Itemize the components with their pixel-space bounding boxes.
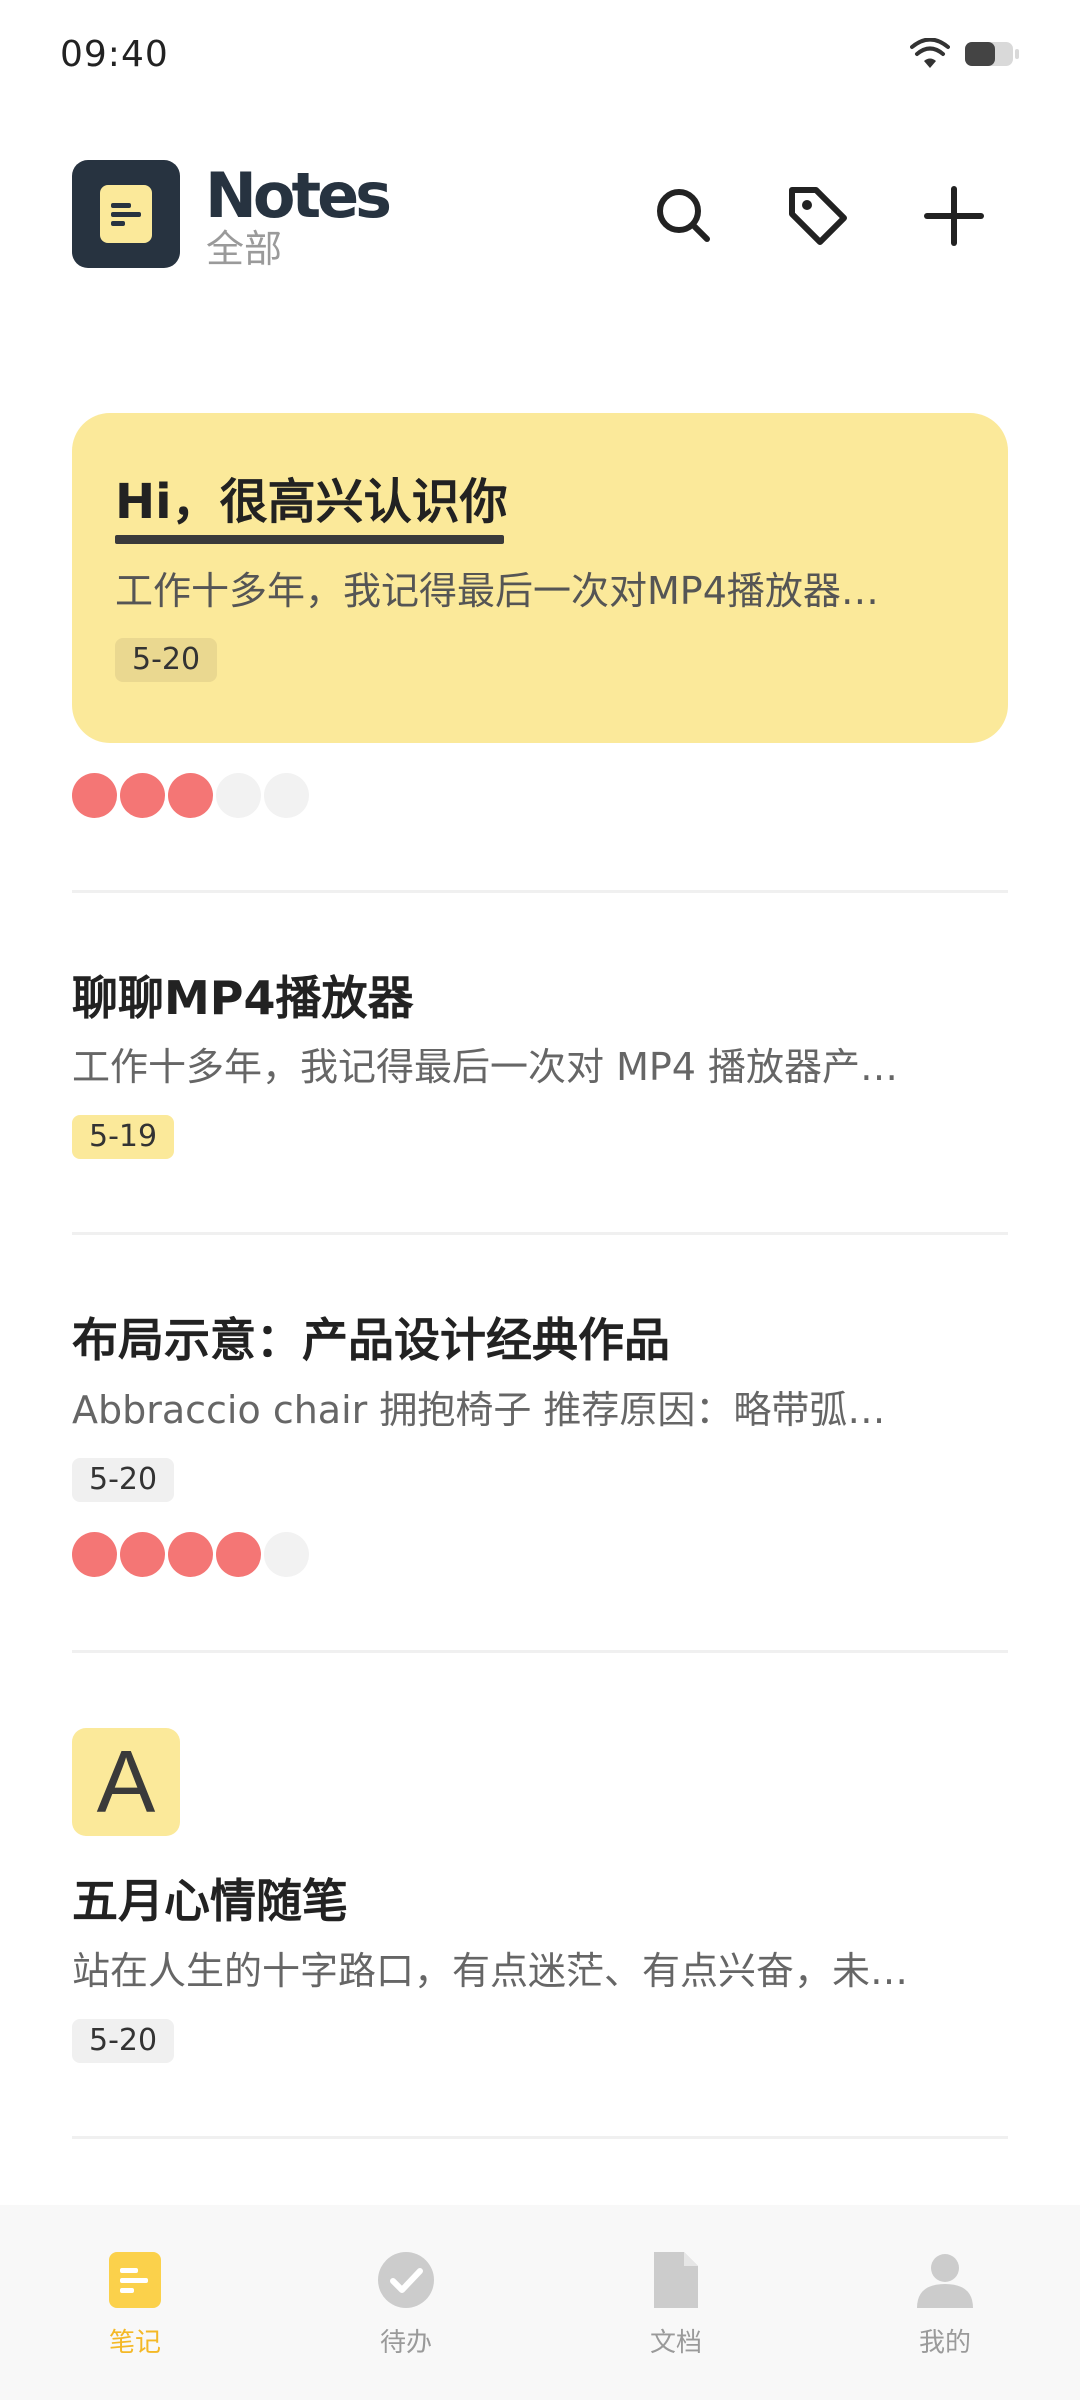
rating-dots <box>72 773 309 818</box>
nav-label: 文档 <box>649 2328 702 2358</box>
status-bar: 09:40 <box>0 0 1080 115</box>
app-title: Notes <box>205 159 392 232</box>
battery-icon <box>965 42 1019 66</box>
rating-dot-empty <box>216 773 261 818</box>
note-icon <box>109 2252 161 2308</box>
note-title: Hi，很高兴认识你 <box>115 474 508 530</box>
bottom-nav: 笔记 待办 文档 我的 <box>0 2205 1080 2400</box>
search-button[interactable] <box>650 182 718 250</box>
date-badge: 5-19 <box>72 1115 175 1159</box>
status-time: 09:40 <box>60 34 169 75</box>
search-icon <box>657 189 710 242</box>
nav-item-todo[interactable]: 待办 <box>336 2250 476 2359</box>
note-excerpt: 工作十多年，我记得最后一次对MP4播放器… <box>115 569 879 613</box>
date-badge: 5-20 <box>115 638 218 682</box>
check-icon <box>378 2252 434 2308</box>
rating-dot-filled <box>72 773 117 818</box>
note-card-featured[interactable]: Hi，很高兴认识你 工作十多年，我记得最后一次对MP4播放器… 5-20 <box>72 413 1008 743</box>
plus-icon <box>924 186 984 246</box>
divider <box>72 890 1008 893</box>
tag-icon <box>789 187 847 245</box>
rating-dot-filled <box>168 1532 213 1577</box>
document-icon <box>654 2252 698 2308</box>
date-badge: 5-20 <box>72 1458 175 1502</box>
wifi-icon <box>910 38 950 68</box>
divider <box>72 2136 1008 2139</box>
rating-dots <box>72 1532 309 1577</box>
profile-icon <box>917 2254 973 2308</box>
status-icons <box>910 38 1020 70</box>
title-underline <box>115 535 504 544</box>
divider <box>72 1232 1008 1235</box>
nav-label: 笔记 <box>108 2328 161 2358</box>
note-title[interactable]: 五月心情随笔 <box>72 1873 348 1929</box>
rating-dot-empty <box>264 773 309 818</box>
divider <box>72 1650 1008 1653</box>
note-title[interactable]: 聊聊MP4播放器 <box>72 970 414 1026</box>
add-note-button[interactable] <box>920 182 988 250</box>
app-header: Notes 全部 <box>72 159 1008 272</box>
rating-dot-empty <box>264 1532 309 1577</box>
date-badge: 5-20 <box>72 2019 175 2063</box>
note-title[interactable]: 布局示意：产品设计经典作品 <box>72 1312 670 1368</box>
notes-screen: 09:40 Notes 全部 Hi，很高兴认识你 工作十多年，我记得最后一次对M… <box>0 0 1080 2400</box>
nav-item-docs[interactable]: 文档 <box>606 2250 746 2359</box>
note-letter-avatar: A <box>72 1728 180 1836</box>
note-excerpt[interactable]: 站在人生的十字路口，有点迷茫、有点兴奋，未… <box>72 1943 1008 1999</box>
rating-dot-filled <box>120 773 165 818</box>
note-excerpt[interactable]: Abbraccio chair 拥抱椅子 推荐原因：略带弧… <box>72 1382 1008 1438</box>
rating-dot-filled <box>72 1532 117 1577</box>
app-logo <box>72 160 180 268</box>
rating-dot-filled <box>120 1532 165 1577</box>
nav-label: 我的 <box>918 2328 971 2358</box>
rating-dot-filled <box>216 1532 261 1577</box>
rating-dot-filled <box>168 773 213 818</box>
tags-button[interactable] <box>784 182 852 250</box>
note-excerpt[interactable]: 工作十多年，我记得最后一次对 MP4 播放器产… <box>72 1039 1008 1095</box>
filter-label[interactable]: 全部 <box>206 226 282 272</box>
note-logo-icon <box>100 185 152 243</box>
nav-label: 待办 <box>379 2328 432 2358</box>
nav-item-notes[interactable]: 笔记 <box>65 2250 205 2359</box>
nav-item-profile[interactable]: 我的 <box>875 2250 1015 2359</box>
